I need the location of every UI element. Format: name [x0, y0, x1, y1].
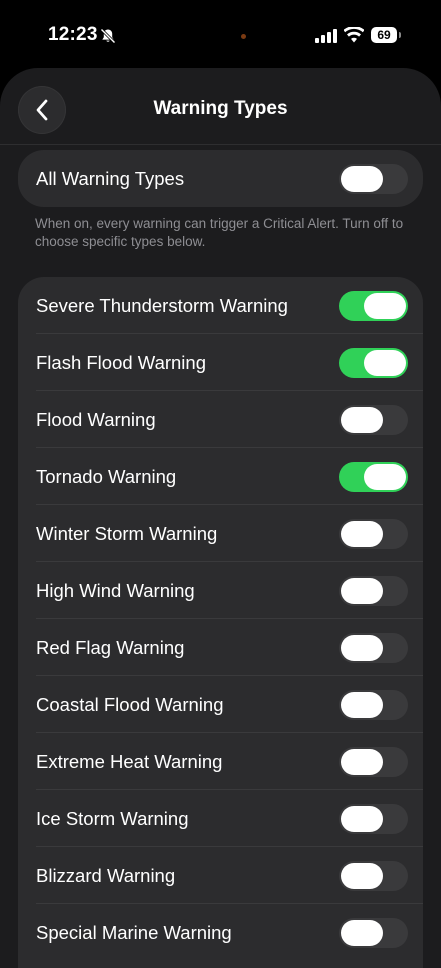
warning-label: Ice Storm Warning — [36, 808, 189, 829]
bell-slash-icon — [100, 28, 116, 44]
toggle-knob — [341, 920, 383, 946]
nav-bar: Warning Types — [0, 68, 441, 145]
warning-label: Winter Storm Warning — [36, 523, 218, 544]
warning-toggle[interactable] — [339, 576, 408, 606]
list-item: Flash Flood Warning — [18, 334, 423, 391]
warning-toggle[interactable] — [339, 519, 408, 549]
toggle-knob — [341, 578, 383, 604]
warning-toggle[interactable] — [339, 462, 408, 492]
list-item: Coastal Flood Warning — [18, 676, 423, 733]
toggle-knob — [341, 521, 383, 547]
list-item: High Wind Warning — [18, 562, 423, 619]
toggle-knob — [341, 166, 383, 192]
battery-icon: 69 — [371, 27, 397, 43]
all-warning-types-toggle[interactable] — [339, 164, 408, 194]
toggle-knob — [341, 749, 383, 775]
warning-label: Coastal Flood Warning — [36, 694, 224, 715]
list-item: Flood Warning — [18, 391, 423, 448]
warning-label: Flood Warning — [36, 409, 156, 430]
warning-label: Extreme Heat Warning — [36, 751, 223, 772]
warning-toggle[interactable] — [339, 804, 408, 834]
settings-sheet: Warning Types All Warning Types When on,… — [0, 68, 441, 968]
warning-types-list: Severe Thunderstorm Warning Flash Flood W… — [18, 277, 423, 968]
warning-toggle[interactable] — [339, 405, 408, 435]
toggle-knob — [341, 407, 383, 433]
warning-toggle[interactable] — [339, 690, 408, 720]
all-warning-types-label: All Warning Types — [36, 168, 185, 189]
warning-toggle[interactable] — [339, 348, 408, 378]
warning-label: Severe Thunderstorm Warning — [36, 295, 288, 316]
list-item: Tornado Warning — [18, 448, 423, 505]
toggle-knob — [364, 293, 406, 319]
warning-label: Blizzard Warning — [36, 865, 176, 886]
list-item: Special Marine Warning — [18, 904, 423, 961]
list-item: Blizzard Warning — [18, 847, 423, 904]
camera-indicator — [241, 34, 246, 39]
wifi-icon — [344, 27, 364, 43]
warning-toggle[interactable] — [339, 918, 408, 948]
page-title: Warning Types — [153, 98, 288, 119]
list-item: Red Flag Warning — [18, 619, 423, 676]
status-time: 12:23 — [48, 24, 98, 45]
all-warning-types-row: All Warning Types — [18, 150, 423, 207]
list-item: Ice Storm Warning — [18, 790, 423, 847]
toggle-knob — [341, 863, 383, 889]
warning-label: Red Flag Warning — [36, 637, 185, 658]
all-warning-types-group: All Warning Types — [18, 150, 423, 207]
status-bar: 12:23 69 — [0, 0, 441, 70]
cellular-signal-icon — [315, 29, 337, 43]
toggle-knob — [364, 464, 406, 490]
footnote: When on, every warning can trigger a Cri… — [35, 216, 404, 249]
warning-toggle[interactable] — [339, 861, 408, 891]
warning-label: Flash Flood Warning — [36, 352, 206, 373]
battery-cap — [399, 32, 401, 38]
toggle-knob — [364, 350, 406, 376]
toggle-knob — [341, 635, 383, 661]
warning-toggle[interactable] — [339, 291, 408, 321]
warning-label: High Wind Warning — [36, 580, 195, 601]
warning-toggle[interactable] — [339, 747, 408, 777]
warning-label: Special Marine Warning — [36, 922, 232, 943]
list-item: Severe Thunderstorm Warning — [18, 277, 423, 334]
warning-label: Tornado Warning — [36, 466, 177, 487]
warning-toggle[interactable] — [339, 633, 408, 663]
toggle-knob — [341, 806, 383, 832]
toggle-knob — [341, 692, 383, 718]
list-item: Extreme Heat Warning — [18, 733, 423, 790]
list-item: Winter Storm Warning — [18, 505, 423, 562]
